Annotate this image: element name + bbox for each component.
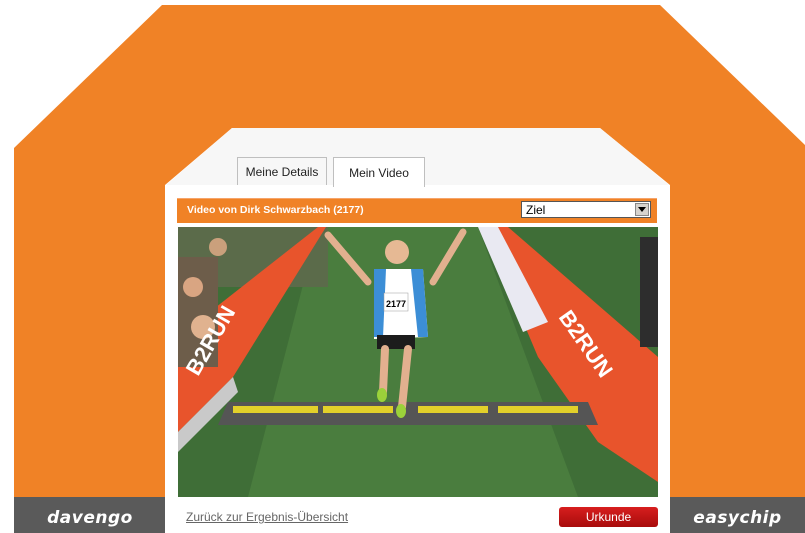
video-title-bar: Video von Dirk Schwarzbach (2177) Ziel — [177, 198, 657, 223]
video-title: Video von Dirk Schwarzbach (2177) — [187, 204, 364, 216]
certificate-button[interactable]: Urkunde — [559, 507, 658, 527]
camera-select-value: Ziel — [526, 203, 546, 217]
chevron-down-icon[interactable] — [635, 203, 649, 216]
finish-mat — [218, 402, 598, 425]
tab-mein-video[interactable]: Mein Video — [333, 157, 425, 187]
video-player[interactable]: 2177 B2RUN B2RUN — [178, 227, 658, 497]
camera-select[interactable]: Ziel — [521, 201, 651, 218]
easychip-logo: easychip — [693, 507, 782, 528]
video-frame: 2177 B2RUN B2RUN — [178, 227, 658, 497]
bib-number: 2177 — [386, 299, 406, 309]
tab-bar: Meine Details Mein Video — [237, 157, 425, 187]
tab-meine-details[interactable]: Meine Details — [237, 157, 327, 185]
davengo-logo: davengo — [47, 507, 133, 528]
back-to-results-link[interactable]: Zurück zur Ergebnis-Übersicht — [186, 510, 348, 524]
